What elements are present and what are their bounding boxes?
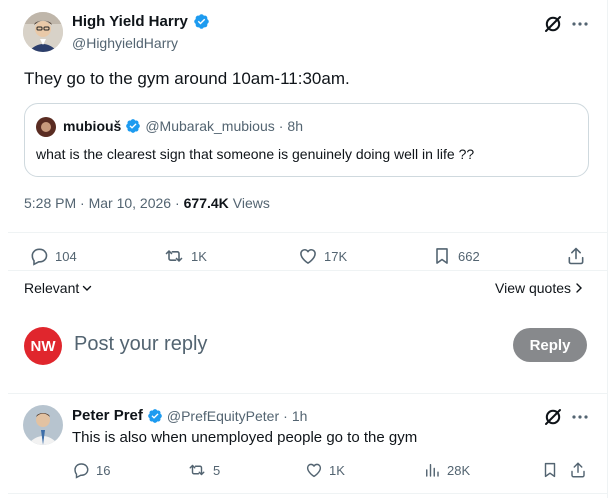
divider-bottom-actions <box>8 270 608 271</box>
like-action[interactable]: 17K <box>298 246 347 266</box>
bookmark-count: 662 <box>458 248 480 264</box>
repost-action[interactable]: 1K <box>163 246 207 266</box>
reply-icon <box>29 246 49 266</box>
reply-author-handle[interactable]: @PrefEquityPeter <box>167 408 279 424</box>
reply-repost-count: 5 <box>213 462 221 478</box>
reply-text: This is also when unemployed people go t… <box>72 429 418 446</box>
reply-like-action[interactable]: 1K <box>305 461 345 479</box>
reply-repost-icon <box>187 461 207 479</box>
reply-button-label: Reply <box>529 336 571 354</box>
reply-views-count: 28K <box>447 462 471 478</box>
view-quotes-link[interactable]: View quotes <box>495 280 584 296</box>
reply-author-avatar[interactable] <box>23 405 63 445</box>
column-border <box>607 0 608 498</box>
view-quotes-label: View quotes <box>495 280 572 296</box>
chevron-down-icon <box>81 282 93 294</box>
quote-header: mubiouš @Mubarak_mubious · 8h <box>63 118 303 134</box>
reply-bookmark-icon[interactable] <box>541 461 559 479</box>
reply-reply-count: 16 <box>96 462 111 478</box>
post-meta: 5:28 PM · Mar 10, 2026 · 677.4K Views <box>24 195 270 211</box>
verified-badge-icon <box>193 13 210 30</box>
bookmark-icon <box>432 246 452 266</box>
reply-time-ago[interactable]: 1h <box>292 408 308 424</box>
author-avatar[interactable] <box>23 12 63 52</box>
divider-composer <box>8 393 608 394</box>
share-icon[interactable] <box>566 246 586 266</box>
quote-text: what is the clearest sign that someone i… <box>36 146 475 162</box>
grok-icon[interactable] <box>543 14 563 34</box>
divider-bottom <box>8 493 608 494</box>
views-label: Views <box>232 195 270 211</box>
post-text: They go to the gym around 10am-11:30am. <box>24 69 350 88</box>
reply-count: 104 <box>55 248 77 264</box>
user-avatar-initials: NW <box>30 337 56 355</box>
reply-input[interactable]: Post your reply <box>74 333 207 356</box>
quote-author-handle: @Mubarak_mubious <box>145 118 275 134</box>
relevant-label: Relevant <box>24 280 80 296</box>
reply-author-avatar-image <box>23 405 63 445</box>
divider-top-actions <box>8 232 608 233</box>
bookmark-action[interactable]: 662 <box>432 246 480 266</box>
quote-verified-badge-icon <box>125 118 141 134</box>
heart-icon <box>298 246 318 266</box>
author-name-row: High Yield Harry <box>72 13 210 30</box>
reply-like-count: 1K <box>329 462 345 478</box>
reply-heart-icon <box>305 461 323 479</box>
reply-separator: · <box>283 407 288 424</box>
sort-relevant-dropdown[interactable]: Relevant <box>24 280 93 296</box>
quote-separator: · <box>278 118 284 134</box>
reply-share-icon[interactable] <box>569 461 587 479</box>
reply-action[interactable]: 104 <box>29 246 77 266</box>
more-options-icon[interactable] <box>570 14 590 34</box>
reply-verified-badge-icon <box>147 408 163 424</box>
chevron-right-icon <box>574 282 584 294</box>
author-avatar-image <box>23 12 63 52</box>
reply-more-options-icon[interactable] <box>570 407 590 427</box>
quote-author-name: mubiouš <box>63 118 122 134</box>
user-avatar[interactable]: NW <box>24 327 62 365</box>
quoted-post-card[interactable]: mubiouš @Mubarak_mubious · 8h what is th… <box>24 103 589 177</box>
views-count: 677.4K <box>183 195 229 211</box>
reply-grok-icon[interactable] <box>543 407 563 427</box>
reply-reply-icon <box>72 461 90 479</box>
repost-icon <box>163 246 185 266</box>
reply-header: Peter Pref @PrefEquityPeter · 1h <box>72 407 307 424</box>
reply-button[interactable]: Reply <box>513 328 587 362</box>
quote-time-ago: 8h <box>287 118 303 134</box>
repost-count: 1K <box>191 248 207 264</box>
like-count: 17K <box>324 248 348 264</box>
author-handle[interactable]: @HighyieldHarry <box>72 35 178 51</box>
reply-repost-action[interactable]: 5 <box>187 461 220 479</box>
analytics-icon <box>423 461 441 479</box>
reply-views-action[interactable]: 28K <box>423 461 470 479</box>
quote-author-avatar <box>36 117 56 137</box>
author-name[interactable]: High Yield Harry <box>72 13 188 30</box>
post-timestamp[interactable]: 5:28 PM · Mar 10, 2026 · <box>24 195 180 211</box>
reply-reply-action[interactable]: 16 <box>72 461 110 479</box>
reply-author-name[interactable]: Peter Pref <box>72 407 143 424</box>
